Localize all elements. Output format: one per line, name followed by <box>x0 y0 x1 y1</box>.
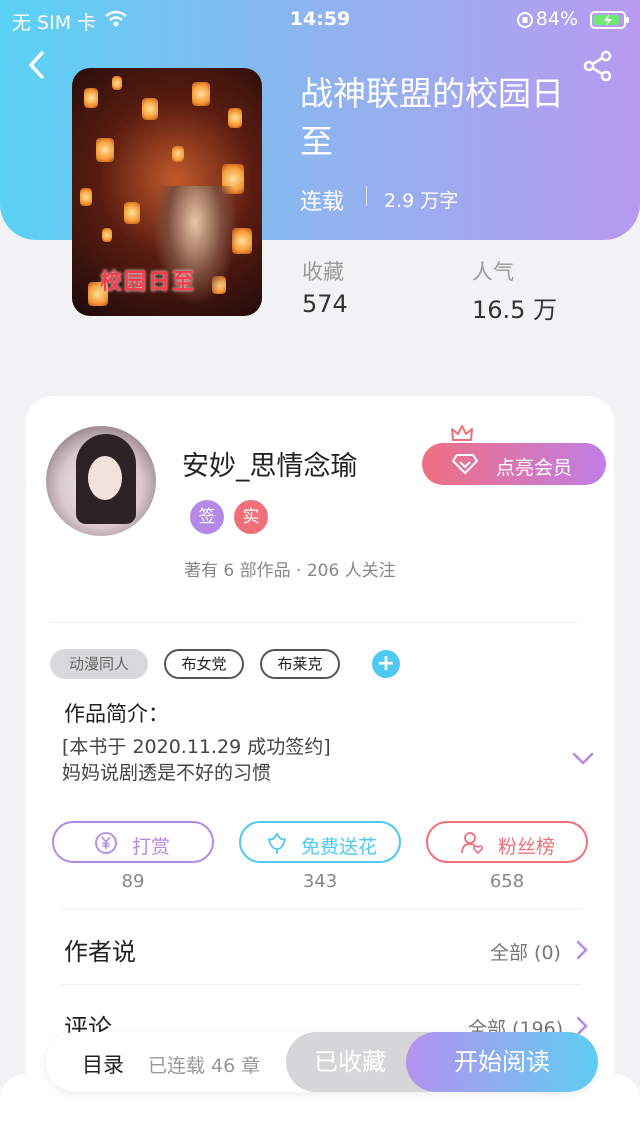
diamond-icon <box>452 454 478 474</box>
book-cover[interactable]: 校园日至 <box>72 68 262 316</box>
stat-label-favorites: 收藏 <box>302 260 344 284</box>
tag-bulaike[interactable]: 布莱克 <box>260 649 340 679</box>
flower-count: 343 <box>302 871 338 892</box>
stat-label-popularity: 人气 <box>472 260 514 284</box>
verified-badge: 实 <box>234 500 268 534</box>
book-status: 连载 <box>300 190 345 215</box>
divider <box>62 908 582 909</box>
book-title: 战神联盟的校园日至 <box>300 74 564 161</box>
bottom-action-bar: 目录 已连载 46 章 已收藏 开始阅读 <box>46 1032 598 1092</box>
collected-label: 已收藏 <box>314 1048 386 1076</box>
fan-count: 658 <box>489 871 525 892</box>
fan-ranking-label: 粉丝榜 <box>498 836 556 858</box>
author-notes-heading: 作者说 <box>64 938 136 966</box>
send-flower-button[interactable]: 免费送花 <box>239 821 401 863</box>
tip-label: 打赏 <box>132 836 171 858</box>
stat-value-popularity: 16.5 万 <box>472 296 558 324</box>
chevron-down-icon[interactable] <box>572 752 594 766</box>
stat-value-favorites: 574 <box>302 290 348 318</box>
catalog-button[interactable]: 目录 <box>82 1049 124 1079</box>
divider <box>50 622 580 623</box>
tip-button[interactable]: 打赏 <box>52 821 214 863</box>
battery-icon <box>590 11 629 29</box>
back-arrow-icon[interactable] <box>26 50 48 80</box>
tip-count: 89 <box>121 871 145 892</box>
vip-button-label: 点亮会员 <box>496 457 573 479</box>
intro-line: 妈妈说剧透是不好的习惯 <box>62 762 272 784</box>
divider <box>62 984 582 985</box>
share-icon[interactable] <box>582 50 614 82</box>
flower-icon <box>268 833 286 854</box>
user-heart-icon <box>461 832 484 855</box>
intro-line: [本书于 2020.11.29 成功签约] <box>62 736 331 758</box>
yuan-coin-icon <box>95 832 117 854</box>
add-tag-button[interactable]: + <box>372 650 400 678</box>
battery-percent: 84% <box>535 8 578 30</box>
intro-heading: 作品简介： <box>64 702 169 726</box>
cover-title-art: 校园日至 <box>100 270 197 295</box>
tag-anime-fanfic[interactable]: 动漫同人 <box>50 649 148 679</box>
chapter-count: 已连载 46 章 <box>148 1055 261 1077</box>
orientation-lock-icon <box>517 12 533 28</box>
divider <box>366 186 367 206</box>
word-count: 2.9 万字 <box>384 190 459 212</box>
author-name[interactable]: 安妙_思情念瑜 <box>182 444 358 483</box>
send-flower-label: 免费送花 <box>301 836 378 858</box>
author-notes-all-link[interactable]: 全部 (0) <box>490 938 561 965</box>
activate-vip-button[interactable]: 点亮会员 <box>422 443 606 485</box>
author-works-followers: 著有 6 部作品 · 206 人关注 <box>184 561 396 581</box>
status-bar: 无 SIM 卡 14:59 84% <box>0 0 640 40</box>
fan-ranking-button[interactable]: 粉丝榜 <box>426 821 588 863</box>
signed-badge: 签 <box>190 500 224 534</box>
tag-bunvdang[interactable]: 布女党 <box>164 649 244 679</box>
start-reading-button[interactable]: 开始阅读 <box>406 1032 598 1092</box>
crown-icon <box>451 425 473 441</box>
chevron-right-icon[interactable] <box>576 940 588 960</box>
intro-text: [本书于 2020.11.29 成功签约] 妈妈说剧透是不好的习惯 <box>62 734 331 786</box>
author-avatar[interactable] <box>46 426 156 536</box>
